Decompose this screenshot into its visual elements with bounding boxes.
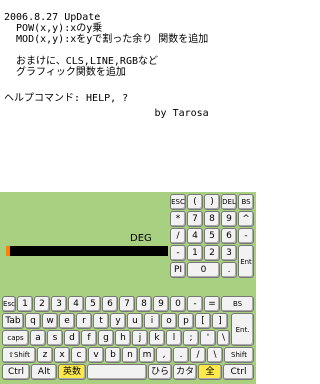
calc-key-4[interactable]: 4 — [187, 228, 203, 244]
key-z[interactable]: z — [37, 347, 53, 363]
calc-key-5[interactable]: 5 — [204, 228, 220, 244]
key-7[interactable]: 7 — [119, 296, 135, 312]
text-line-2: POW(x,y):xのy乗 — [4, 23, 103, 34]
text-line-5: おまけに、CLS,LINE,RGBなど — [4, 56, 158, 67]
key-u[interactable]: u — [127, 313, 143, 329]
key-1[interactable]: 1 — [17, 296, 33, 312]
text-line-1: 2006.8.27 UpDate — [4, 12, 101, 23]
key-backslash-2[interactable]: \ — [207, 347, 223, 363]
key-k[interactable]: k — [149, 330, 165, 346]
key-q[interactable]: q — [25, 313, 41, 329]
key-eisu[interactable]: 英数 — [58, 364, 86, 380]
angle-mode-label: DEG — [130, 233, 152, 244]
calc-key-bs[interactable]: BS — [238, 194, 254, 210]
key-zenkaku[interactable]: 全 — [198, 364, 222, 380]
key-close-bracket[interactable]: ] — [212, 313, 228, 329]
key-n[interactable]: n — [122, 347, 138, 363]
key-right-ctrl[interactable]: Ctrl — [223, 364, 254, 380]
key-hiragana[interactable]: ひら — [148, 364, 172, 380]
key-katakana[interactable]: カタ — [173, 364, 197, 380]
key-t[interactable]: t — [93, 313, 109, 329]
key-c[interactable]: c — [71, 347, 87, 363]
calc-key-multiply[interactable]: * — [170, 211, 186, 227]
calc-key-esc[interactable]: ESC — [170, 194, 186, 210]
key-m[interactable]: m — [139, 347, 155, 363]
key-b[interactable]: b — [105, 347, 121, 363]
key-y[interactable]: y — [110, 313, 126, 329]
key-esc[interactable]: Esc — [2, 296, 16, 312]
key-alt[interactable]: Alt — [31, 364, 57, 380]
calc-key-close-paren[interactable]: ) — [204, 194, 220, 210]
key-f[interactable]: f — [81, 330, 97, 346]
key-e[interactable]: e — [59, 313, 75, 329]
key-d[interactable]: d — [64, 330, 80, 346]
calc-key-open-paren[interactable]: ( — [187, 194, 203, 210]
text-line-8: ヘルプコマンド: HELP, ? — [4, 93, 129, 104]
key-v[interactable]: v — [88, 347, 104, 363]
calc-key-enter[interactable]: Ent — [238, 245, 254, 278]
key-left-ctrl[interactable]: Ctrl — [2, 364, 30, 380]
key-i[interactable]: i — [144, 313, 160, 329]
input-line[interactable] — [6, 246, 168, 256]
key-backslash[interactable]: \ — [217, 330, 230, 346]
key-slash[interactable]: / — [190, 347, 206, 363]
key-0[interactable]: 0 — [170, 296, 186, 312]
calc-key-0[interactable]: 0 — [187, 262, 220, 278]
calc-key-1[interactable]: 1 — [187, 245, 203, 261]
top-screen: 2006.8.27 UpDate POW(x,y):xのy乗 MOD(x,y):… — [0, 0, 256, 192]
key-o[interactable]: o — [161, 313, 177, 329]
key-right-shift[interactable]: Shift — [224, 347, 254, 363]
key-2[interactable]: 2 — [34, 296, 50, 312]
key-g[interactable]: g — [98, 330, 114, 346]
key-5[interactable]: 5 — [85, 296, 101, 312]
calc-key-pi[interactable]: PI — [170, 262, 186, 278]
key-9[interactable]: 9 — [153, 296, 169, 312]
calc-key-minus[interactable]: - — [238, 228, 254, 244]
cursor — [6, 246, 10, 256]
key-r[interactable]: r — [76, 313, 92, 329]
calc-key-power[interactable]: ^ — [238, 211, 254, 227]
key-period[interactable]: . — [173, 347, 189, 363]
text-line-6: グラフィック関数を追加 — [4, 67, 126, 78]
key-backspace[interactable]: BS — [221, 296, 254, 312]
key-minus[interactable]: - — [187, 296, 203, 312]
key-w[interactable]: w — [42, 313, 58, 329]
key-l[interactable]: l — [166, 330, 182, 346]
key-x[interactable]: x — [54, 347, 70, 363]
calc-key-9[interactable]: 9 — [221, 211, 237, 227]
key-comma[interactable]: , — [156, 347, 172, 363]
calc-key-dot[interactable]: . — [221, 262, 237, 278]
key-equals[interactable]: = — [204, 296, 220, 312]
key-caps[interactable]: caps — [2, 330, 29, 346]
key-4[interactable]: 4 — [68, 296, 84, 312]
key-tab[interactable]: Tab — [2, 313, 24, 329]
key-a[interactable]: a — [30, 330, 46, 346]
key-enter[interactable]: Ent. — [231, 313, 254, 346]
key-p[interactable]: p — [178, 313, 194, 329]
calc-key-minus-2[interactable]: - — [170, 245, 186, 261]
key-quote[interactable]: ' — [200, 330, 216, 346]
text-line-9: by Tarosa — [4, 108, 209, 119]
key-8[interactable]: 8 — [136, 296, 152, 312]
key-s[interactable]: s — [47, 330, 63, 346]
calc-key-7[interactable]: 7 — [187, 211, 203, 227]
key-3[interactable]: 3 — [51, 296, 67, 312]
key-h[interactable]: h — [115, 330, 131, 346]
key-left-shift[interactable]: ⇧Shift — [2, 347, 36, 363]
calc-key-divide[interactable]: / — [170, 228, 186, 244]
key-space[interactable] — [87, 364, 147, 380]
key-6[interactable]: 6 — [102, 296, 118, 312]
text-line-3: MOD(x,y):xをyで割った余り 関数を追加 — [4, 34, 209, 45]
key-open-bracket[interactable]: [ — [195, 313, 211, 329]
calc-key-3[interactable]: 3 — [221, 245, 237, 261]
key-semicolon[interactable]: ; — [183, 330, 199, 346]
calc-key-6[interactable]: 6 — [221, 228, 237, 244]
calc-key-del[interactable]: DEL — [221, 194, 237, 210]
key-j[interactable]: j — [132, 330, 148, 346]
calc-key-8[interactable]: 8 — [204, 211, 220, 227]
calc-key-2[interactable]: 2 — [204, 245, 220, 261]
